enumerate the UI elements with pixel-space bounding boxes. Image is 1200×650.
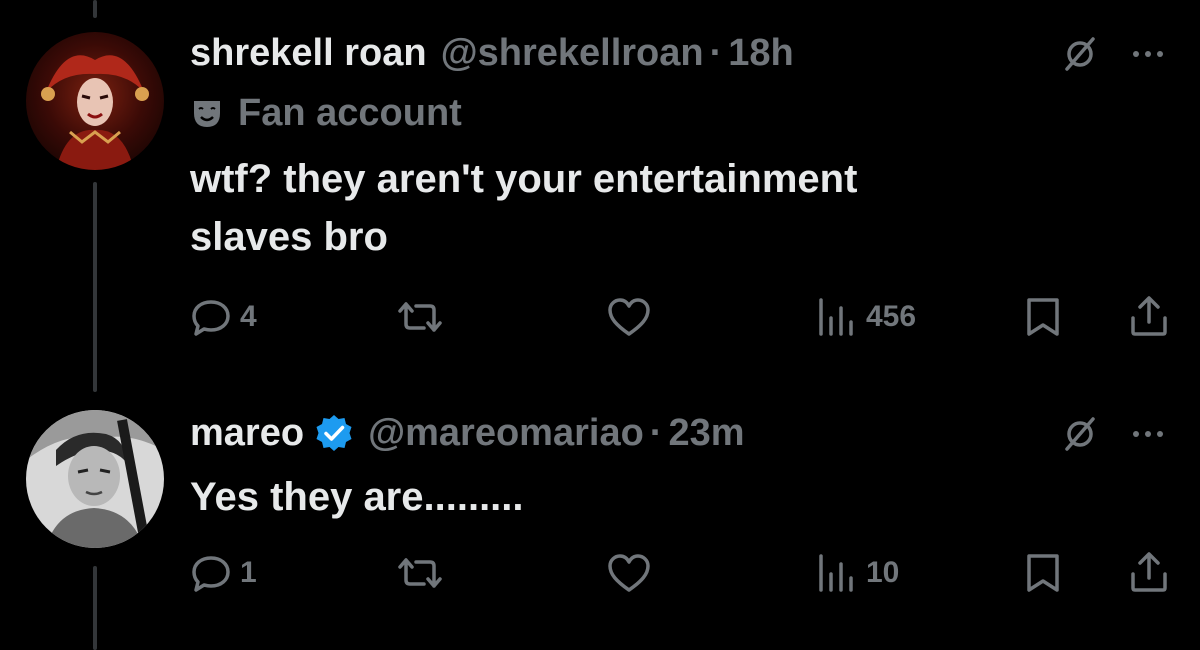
bookmark-button[interactable] [1024,296,1062,338]
tweet-mareo[interactable]: mareo @mareomariao · 23m Yes they are...… [0,380,1200,650]
display-name[interactable]: mareo [190,410,304,456]
theater-masks-icon [194,100,220,127]
views-count: 456 [866,300,917,333]
reply-count: 4 [240,300,257,333]
like-icon [608,554,650,592]
bookmark-icon [1027,554,1059,592]
share-icon [1131,552,1167,592]
like-button[interactable] [606,296,660,338]
handle[interactable]: @mareomariao [368,410,644,456]
tweet-shrekell-roan[interactable]: shrekell roan @shrekellroan · 18h Fan ac… [0,0,1200,380]
share-icon [1131,296,1167,336]
views-icon [819,298,853,336]
like-icon [608,298,650,336]
account-label-text: Fan account [238,92,462,134]
views-icon [819,554,853,592]
share-button[interactable] [1128,294,1170,338]
reply-button[interactable]: 1 [190,552,257,594]
reply-count: 1 [240,556,257,589]
verified-badge-icon[interactable] [314,413,354,453]
repost-icon [398,302,442,332]
separator-dot: · [649,412,663,454]
repost-button[interactable] [396,552,452,594]
avatar[interactable] [26,410,164,548]
views-button[interactable]: 456 [816,296,916,338]
separator-dot: · [709,32,723,74]
reply-button[interactable]: 4 [190,296,257,338]
reply-icon [192,556,230,592]
avatar[interactable] [26,32,164,170]
handle[interactable]: @shrekellroan [441,30,704,76]
grok-icon[interactable] [1060,414,1100,454]
reply-icon [192,300,230,336]
views-button[interactable]: 10 [816,552,899,594]
bookmark-icon [1027,298,1059,336]
grok-icon[interactable] [1060,34,1100,74]
timestamp[interactable]: 18h [728,30,793,76]
timestamp[interactable]: 23m [668,410,744,456]
repost-button[interactable] [396,296,452,338]
tweet-header: shrekell roan @shrekellroan · 18h [190,30,794,76]
bookmark-button[interactable] [1024,552,1062,594]
share-button[interactable] [1128,550,1170,594]
more-icon[interactable] [1128,34,1168,74]
display-name[interactable]: shrekell roan [190,30,427,76]
more-icon[interactable] [1128,414,1168,454]
like-button[interactable] [606,552,660,594]
tweet-header: mareo @mareomariao · 23m [190,410,745,456]
tweet-text: Yes they are......... [190,475,524,519]
account-label: Fan account [190,92,462,135]
views-count: 10 [866,556,900,589]
tweet-text: wtf? they aren't your entertainment slav… [190,157,858,259]
repost-icon [398,558,442,588]
